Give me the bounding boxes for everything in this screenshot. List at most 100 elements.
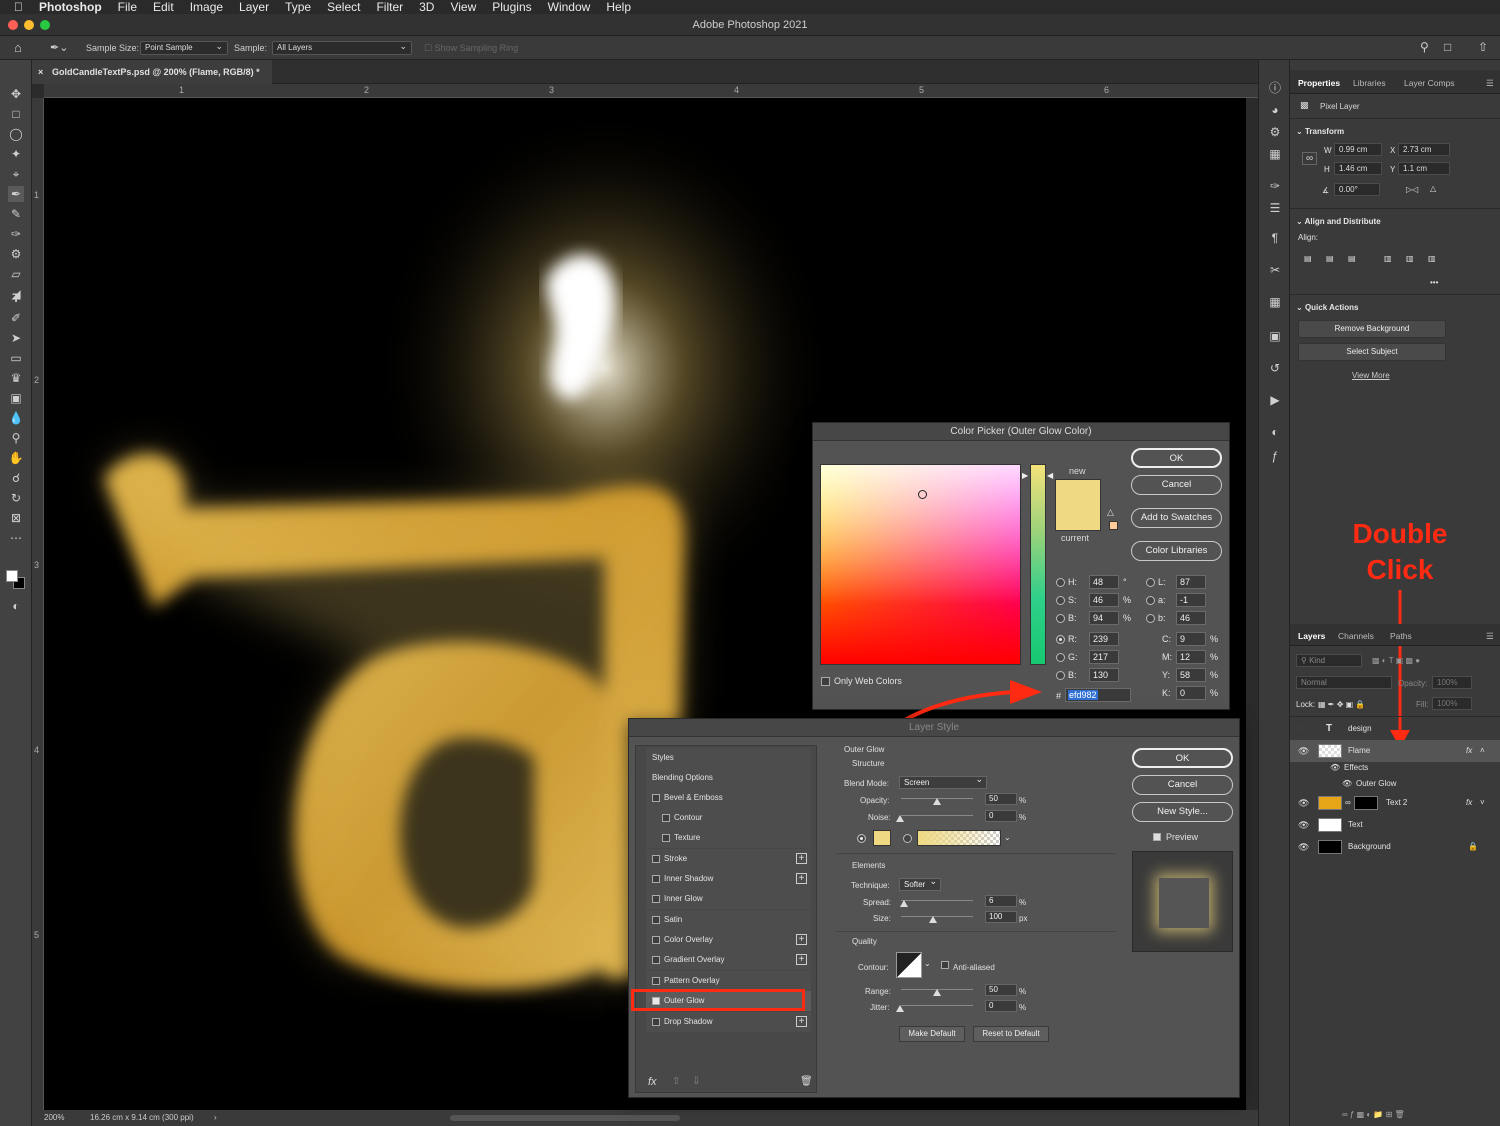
flip-vertical-icon[interactable]: △ <box>1430 184 1436 193</box>
document-tab[interactable]: × GoldCandleTextPs.psd @ 200% (Flame, RG… <box>32 60 272 84</box>
remove-background-button[interactable]: Remove Background <box>1298 320 1446 338</box>
style-checkbox[interactable] <box>662 834 670 842</box>
menu-select[interactable]: Select <box>327 0 360 14</box>
status-menu-arrow[interactable]: › <box>214 1110 217 1126</box>
eye-icon[interactable]: 👁 <box>1298 740 1309 762</box>
grid-icon[interactable]: ▦ <box>1267 294 1283 310</box>
paths-fx-icon[interactable]: ƒ <box>1267 448 1283 464</box>
range-slider-knob[interactable] <box>933 989 941 996</box>
r-field[interactable]: 239 <box>1089 632 1119 646</box>
new-style-button[interactable]: New Style... <box>1132 802 1233 822</box>
close-window-button[interactable] <box>8 20 18 30</box>
y-field[interactable]: 58 <box>1176 668 1206 682</box>
layer-filter-icons[interactable]: ▩ ◐ T ▣ ▩ ● <box>1372 656 1420 665</box>
hue-slider[interactable] <box>1030 464 1046 665</box>
rectangle-tool-icon[interactable]: ▭ <box>8 350 24 366</box>
layer-row-background[interactable]: 👁 Background 🔒 <box>1290 836 1500 858</box>
select-subject-button[interactable]: Select Subject <box>1298 343 1446 361</box>
fx-icon[interactable]: fx <box>1466 792 1472 814</box>
clone-stamp-tool-icon[interactable]: ⚙ <box>8 246 24 262</box>
style-item-texture[interactable]: Texture <box>646 828 811 848</box>
r-radio[interactable] <box>1056 635 1065 644</box>
rotate-view-tool-icon[interactable]: ↻ <box>8 490 24 506</box>
l-field[interactable]: 87 <box>1176 575 1206 589</box>
menu-image[interactable]: Image <box>190 0 223 14</box>
style-item-color-overlay[interactable]: Color Overlay + <box>646 930 811 950</box>
sliders-icon[interactable]: ☰ <box>1267 200 1283 216</box>
k-field[interactable]: 0 <box>1176 686 1206 700</box>
menu-window[interactable]: Window <box>548 0 591 14</box>
type-tool-icon[interactable]: T <box>8 290 24 306</box>
show-sampling-ring-checkbox[interactable]: ☐ Show Sampling Ring <box>424 43 518 54</box>
angle-field[interactable]: 0.00° <box>1334 183 1380 196</box>
s-field[interactable]: 46 <box>1089 593 1119 607</box>
add-effect-plus-icon[interactable]: + <box>796 954 807 965</box>
tab-channels[interactable]: Channels <box>1338 631 1374 641</box>
layer-row-flame[interactable]: 👁 Flame fx ˄ <box>1290 740 1500 762</box>
style-item-contour[interactable]: Contour <box>646 808 811 828</box>
g-field[interactable]: 217 <box>1089 650 1119 664</box>
style-checkbox[interactable] <box>662 814 670 822</box>
width-field[interactable]: 0.99 cm <box>1334 143 1382 156</box>
height-field[interactable]: 1.46 cm <box>1334 162 1382 175</box>
layer-row-text-2[interactable]: 👁 ∞ Text 2 fx ˅ <box>1290 792 1500 814</box>
move-up-icon[interactable]: ⇧ <box>672 1076 680 1087</box>
style-checkbox[interactable] <box>652 1018 660 1026</box>
glow-gradient-swatch[interactable] <box>917 830 1001 846</box>
align-top-icon[interactable]: ▥ <box>1384 254 1392 263</box>
align-distribute-heading[interactable]: ⌄ Align and Distribute <box>1296 217 1381 226</box>
style-item-drop-shadow[interactable]: Drop Shadow + <box>646 1012 811 1032</box>
range-field[interactable]: 50 <box>985 984 1017 996</box>
tab-properties[interactable]: Properties <box>1298 78 1340 88</box>
hue-slider-left-arrow[interactable]: ▶ <box>1022 471 1028 480</box>
m-field[interactable]: 12 <box>1176 650 1206 664</box>
menu-edit[interactable]: Edit <box>153 0 174 14</box>
h-radio[interactable] <box>1056 578 1065 587</box>
hex-field[interactable]: efd982 <box>1065 688 1131 702</box>
zoom-window-button[interactable] <box>40 20 50 30</box>
contour-thumbnail[interactable] <box>896 952 922 978</box>
align-left-icon[interactable]: ▤ <box>1304 254 1312 263</box>
c-field[interactable]: 9 <box>1176 632 1206 646</box>
style-item-inner-shadow[interactable]: Inner Shadow + <box>646 869 811 889</box>
anti-aliased-checkbox[interactable] <box>941 961 949 969</box>
sample-select[interactable]: All Layers <box>272 40 412 55</box>
zoom-tool-icon[interactable]: ☌ <box>8 470 24 486</box>
foreground-color-swatch[interactable] <box>6 570 18 582</box>
noise-slider[interactable] <box>901 815 973 816</box>
actions-icon[interactable]: ▶ <box>1267 392 1283 408</box>
opacity-field[interactable]: 50 <box>985 793 1017 805</box>
blend-mode-select[interactable]: Screen <box>899 774 987 789</box>
add-effect-plus-icon[interactable]: + <box>796 873 807 884</box>
jitter-slider[interactable] <box>901 1005 973 1006</box>
x-field[interactable]: 2.73 cm <box>1398 143 1450 156</box>
h-field[interactable]: 48 <box>1089 575 1119 589</box>
delete-effect-icon[interactable]: 🗑 <box>800 1076 813 1087</box>
menu-view[interactable]: View <box>450 0 476 14</box>
layer-style-cancel-button[interactable]: Cancel <box>1132 775 1233 795</box>
layer-row-text[interactable]: 👁 Text <box>1290 814 1500 836</box>
cube-warning-icon[interactable]: △ <box>1107 507 1114 518</box>
b-lab-field[interactable]: 46 <box>1176 611 1206 625</box>
web-safe-swatch[interactable] <box>1109 521 1118 530</box>
b-radio[interactable] <box>1056 614 1065 623</box>
move-down-icon[interactable]: ⇩ <box>692 1076 700 1087</box>
jitter-field[interactable]: 0 <box>985 1000 1017 1012</box>
navigator-icon[interactable]: ▣ <box>1267 328 1283 344</box>
quick-actions-heading[interactable]: ⌄ Quick Actions <box>1296 303 1358 312</box>
lock-icons[interactable]: ▦ ✒ ✥ ▣ 🔒 <box>1318 700 1365 709</box>
style-checkbox[interactable] <box>652 916 660 924</box>
gradient-radio[interactable] <box>903 834 912 843</box>
style-checkbox[interactable] <box>652 895 660 903</box>
size-field[interactable]: 100 <box>985 911 1017 923</box>
frame-tool-icon[interactable]: ▣ <box>8 390 24 406</box>
menu-layer[interactable]: Layer <box>239 0 269 14</box>
style-item-satin[interactable]: Satin <box>646 910 811 930</box>
path-selection-tool-icon[interactable]: ➤ <box>8 330 24 346</box>
quick-mask-icon[interactable]: ◐ <box>8 598 24 614</box>
align-center-h-icon[interactable]: ▤ <box>1326 254 1334 263</box>
style-item-bevel-emboss[interactable]: Bevel & Emboss <box>646 788 811 808</box>
hand-tool-icon[interactable]: ✋ <box>8 450 24 466</box>
hue-slider-right-arrow[interactable]: ◀ <box>1047 471 1053 480</box>
tab-paths[interactable]: Paths <box>1390 631 1412 641</box>
